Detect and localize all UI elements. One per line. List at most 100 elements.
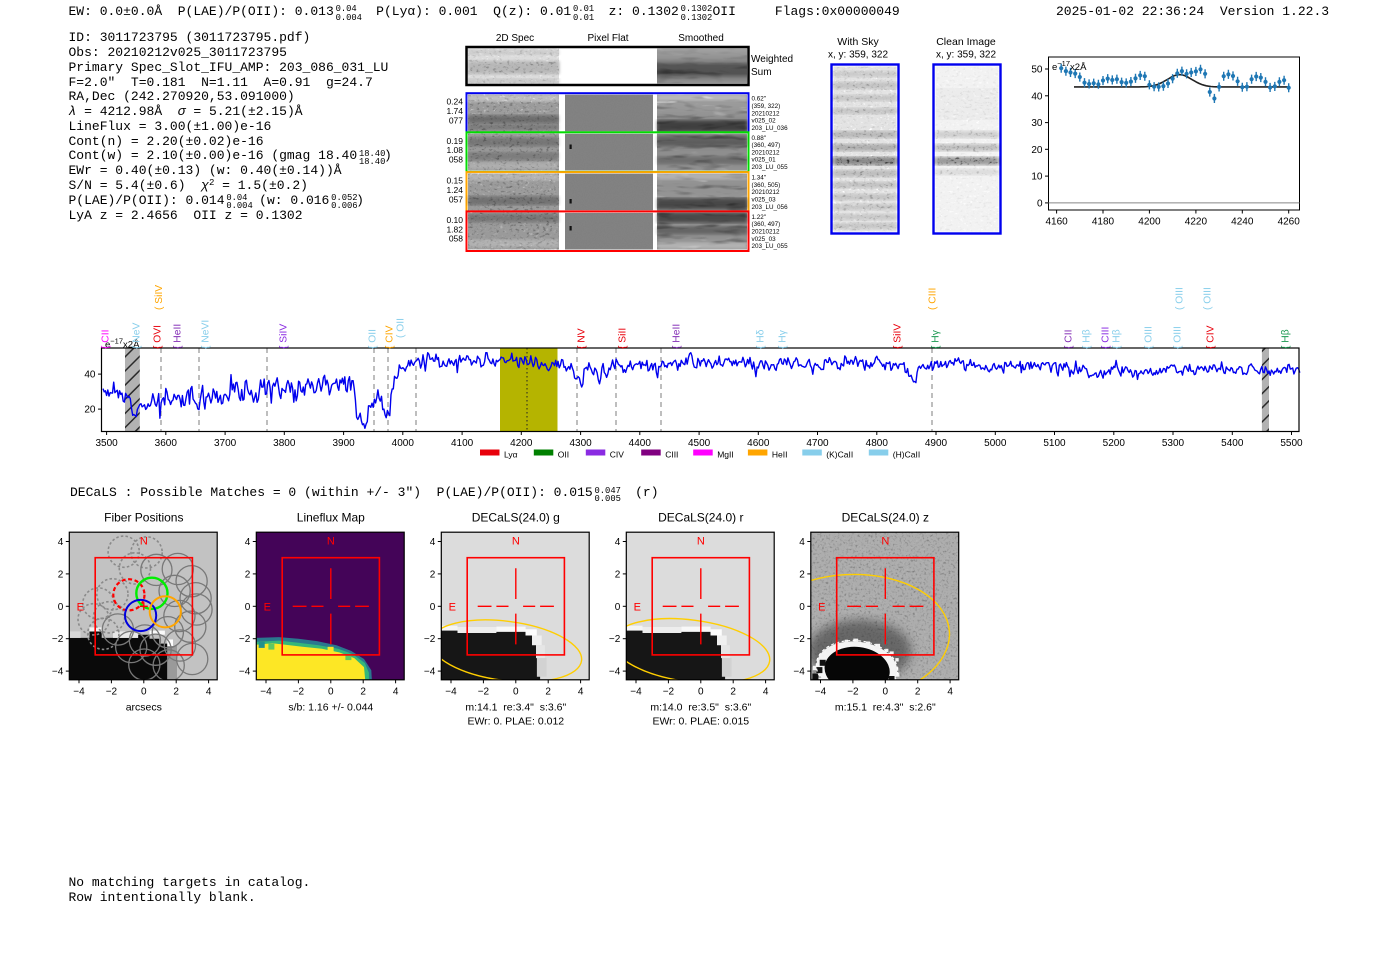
svg-text:−4: −4 [424, 667, 436, 678]
svg-text:With Sky: With Sky [837, 36, 879, 48]
svg-text:4: 4 [393, 686, 399, 697]
svg-text:−4: −4 [73, 686, 85, 697]
svg-text:4: 4 [615, 537, 621, 548]
svg-text:HeII: HeII [772, 450, 788, 460]
svg-text:{ CIII: { CIII [1101, 327, 1112, 349]
svg-text:OII: OII [558, 450, 569, 460]
svg-text:0: 0 [883, 686, 889, 697]
svg-text:0.62": 0.62" [752, 96, 767, 103]
svg-text:(360, 497): (360, 497) [752, 142, 781, 149]
svg-text:m:14.1 re:3.4" s:3.6": m:14.1 re:3.4" s:3.6" [465, 702, 566, 714]
svg-text:4260: 4260 [1278, 217, 1301, 228]
svg-text:E: E [264, 601, 271, 613]
svg-text:E: E [77, 601, 84, 613]
svg-text:2: 2 [58, 569, 64, 580]
svg-text:−4: −4 [52, 667, 64, 678]
svg-text:40: 40 [1031, 91, 1043, 102]
svg-text:10: 10 [1031, 172, 1043, 183]
svg-text:−2: −2 [52, 634, 64, 645]
svg-text:( OIII: ( OIII [1203, 287, 1214, 310]
svg-text:3800: 3800 [273, 438, 296, 449]
svg-text:0: 0 [1037, 198, 1043, 209]
svg-text:N: N [697, 535, 705, 547]
svg-text:0: 0 [58, 602, 64, 613]
svg-text:203_LU_055: 203_LU_055 [752, 164, 789, 171]
svg-text:v025_03: v025_03 [752, 197, 777, 204]
svg-text:203_LU_055: 203_LU_055 [752, 243, 789, 250]
svg-text:20210212: 20210212 [752, 110, 781, 117]
svg-text:057: 057 [449, 194, 463, 204]
svg-text:−2: −2 [847, 686, 859, 697]
svg-text:E: E [818, 601, 825, 613]
svg-text:4240: 4240 [1231, 217, 1254, 228]
svg-text:1.34": 1.34" [752, 175, 767, 182]
svg-text:5400: 5400 [1221, 438, 1244, 449]
svg-text:DECaLS(24.0) r: DECaLS(24.0) r [658, 511, 743, 525]
svg-text:203_LU_056: 203_LU_056 [752, 204, 789, 211]
svg-text:v025_02: v025_02 [752, 118, 777, 125]
svg-text:058: 058 [449, 234, 463, 244]
svg-text:{ SiII: { SiII [618, 328, 629, 349]
svg-text:Pixel Flat: Pixel Flat [587, 33, 628, 44]
svg-text:CIV: CIV [610, 450, 625, 460]
svg-text:2: 2 [799, 569, 805, 580]
svg-text:( SiIV: ( SiIV [154, 285, 165, 310]
svg-text:DECaLS(24.0) g: DECaLS(24.0) g [472, 511, 560, 525]
svg-text:{ NeV: { NeV [132, 323, 143, 349]
svg-text:2: 2 [615, 569, 621, 580]
svg-text:s/b: 1.16 +/- 0.044: s/b: 1.16 +/- 0.044 [288, 702, 373, 714]
svg-text:2: 2 [730, 686, 736, 697]
svg-text:{ Hβ: { Hβ [1112, 329, 1123, 349]
svg-text:{ Hβ: { Hβ [1082, 329, 1093, 349]
svg-text:4400: 4400 [629, 438, 652, 449]
svg-text:4700: 4700 [806, 438, 829, 449]
svg-text:{ HeII: { HeII [672, 324, 683, 349]
svg-text:E: E [449, 601, 456, 613]
svg-text:2: 2 [245, 569, 251, 580]
svg-text:0: 0 [141, 686, 147, 697]
svg-text:Weighted: Weighted [751, 54, 793, 65]
svg-text:( OIII: ( OIII [1175, 287, 1186, 310]
svg-text:−4: −4 [445, 686, 457, 697]
svg-text:Clean Image: Clean Image [936, 36, 996, 48]
svg-text:{ Hβ: { Hβ [1281, 329, 1292, 349]
svg-text:4: 4 [763, 686, 769, 697]
svg-text:2: 2 [430, 569, 436, 580]
svg-text:−2: −2 [106, 686, 118, 697]
svg-text:( CIII: ( CIII [928, 288, 939, 310]
svg-text:N: N [140, 535, 148, 547]
svg-text:−4: −4 [260, 686, 272, 697]
svg-text:m:15.1 re:4.3" s:2.6": m:15.1 re:4.3" s:2.6" [835, 702, 936, 714]
svg-text:v025_03: v025_03 [752, 236, 777, 243]
svg-text:5300: 5300 [1162, 438, 1185, 449]
svg-text:0: 0 [799, 602, 805, 613]
svg-text:N: N [881, 535, 889, 547]
svg-text:5000: 5000 [984, 438, 1007, 449]
svg-text:5100: 5100 [1043, 438, 1066, 449]
svg-text:−4: −4 [609, 667, 621, 678]
svg-text:CIII: CIII [665, 450, 678, 460]
svg-text:x, y: 359, 322: x, y: 359, 322 [828, 50, 888, 61]
svg-text:20: 20 [1031, 145, 1043, 156]
svg-text:2: 2 [545, 686, 551, 697]
svg-text:( OII: ( OII [396, 318, 407, 338]
svg-text:x, y: 359, 322: x, y: 359, 322 [936, 50, 996, 61]
svg-text:4000: 4000 [392, 438, 415, 449]
svg-text:20210212: 20210212 [752, 189, 781, 196]
svg-text:(K)CaII: (K)CaII [826, 450, 853, 460]
svg-text:3900: 3900 [332, 438, 355, 449]
svg-text:(H)CaII: (H)CaII [893, 450, 920, 460]
svg-text:4220: 4220 [1185, 217, 1208, 228]
svg-text:203_LU_036: 203_LU_036 [752, 125, 789, 132]
svg-text:{ OVI: { OVI [153, 325, 164, 349]
svg-text:{ SiIV: { SiIV [279, 324, 290, 349]
svg-text:v025_01: v025_01 [752, 157, 777, 164]
svg-text:5500: 5500 [1280, 438, 1303, 449]
svg-text:{ Hδ: { Hδ [756, 329, 767, 349]
svg-text:1.22": 1.22" [752, 214, 767, 221]
svg-text:−4: −4 [815, 686, 827, 697]
svg-text:4: 4 [58, 537, 64, 548]
svg-text:{ Hγ: { Hγ [931, 329, 942, 349]
svg-text:3500: 3500 [95, 438, 118, 449]
svg-text:20210212: 20210212 [752, 229, 781, 236]
